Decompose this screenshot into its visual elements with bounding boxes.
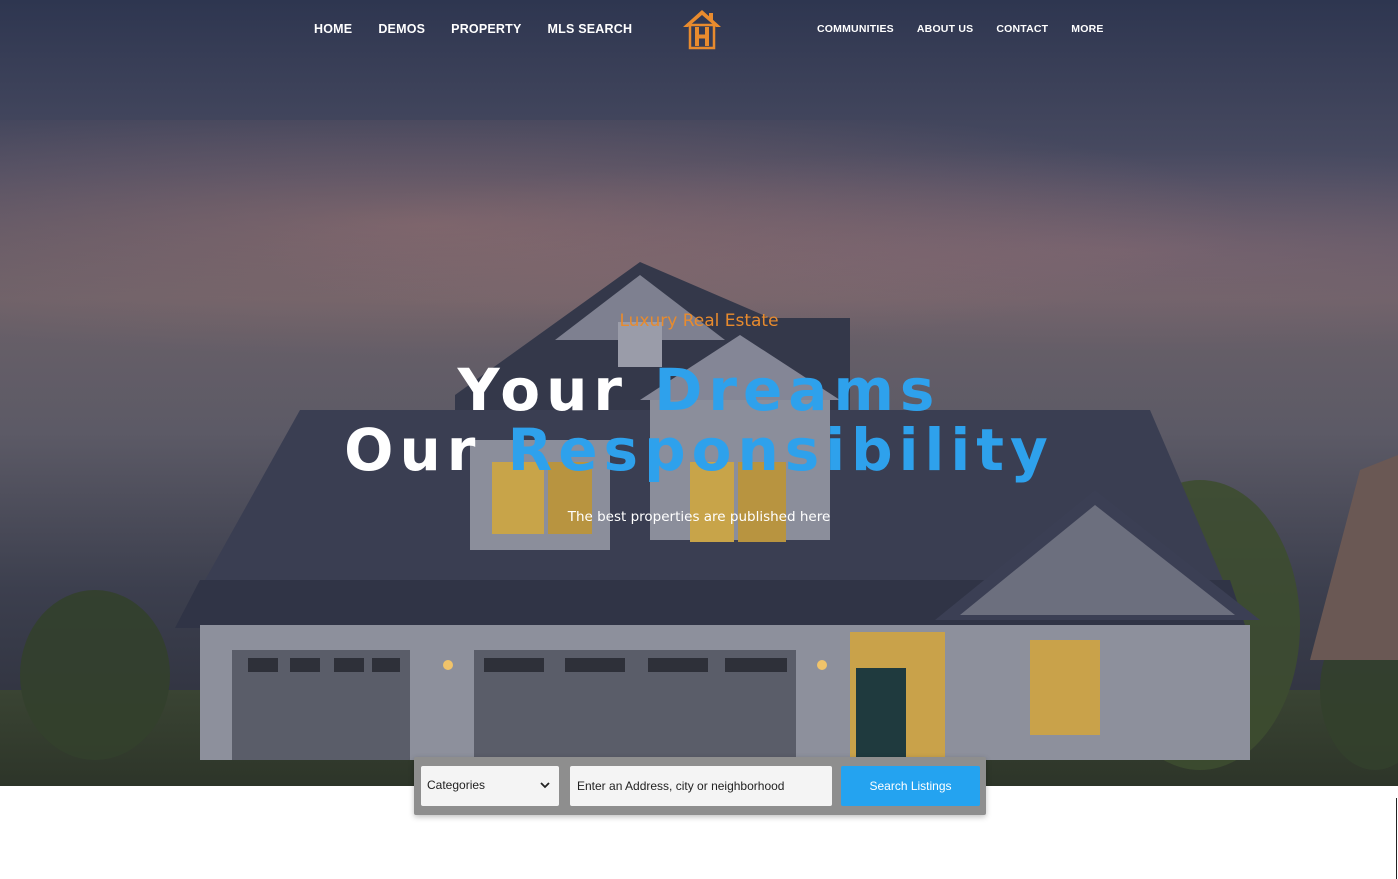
hero-banner: HOME DEMOS PROPERTY MLS SEARCH COMMUNITI… xyxy=(0,0,1398,786)
search-listings-button[interactable]: Search Listings xyxy=(841,766,980,806)
headline-our: Our xyxy=(344,416,482,484)
chevron-down-icon xyxy=(540,782,550,789)
listing-search-bar: Categories Search Listings xyxy=(414,757,986,815)
hero-subtitle: The best properties are published here xyxy=(567,509,831,525)
headline-your: Your xyxy=(457,356,629,424)
page-edge-divider xyxy=(1396,798,1397,879)
address-search-input[interactable] xyxy=(570,766,832,806)
hero-tagline: Luxury Real Estate xyxy=(619,311,779,331)
headline-responsibility: Responsibility xyxy=(507,416,1054,484)
hero-headline-line2: Our Responsibility xyxy=(0,420,1398,480)
hero-content: Luxury Real Estate Your Dreams Our Respo… xyxy=(0,0,1398,786)
categories-select[interactable]: Categories xyxy=(421,766,559,806)
hero-headline-line1: Your Dreams xyxy=(0,360,1398,420)
categories-select-value: Categories xyxy=(427,778,486,792)
headline-dreams: Dreams xyxy=(654,356,941,424)
